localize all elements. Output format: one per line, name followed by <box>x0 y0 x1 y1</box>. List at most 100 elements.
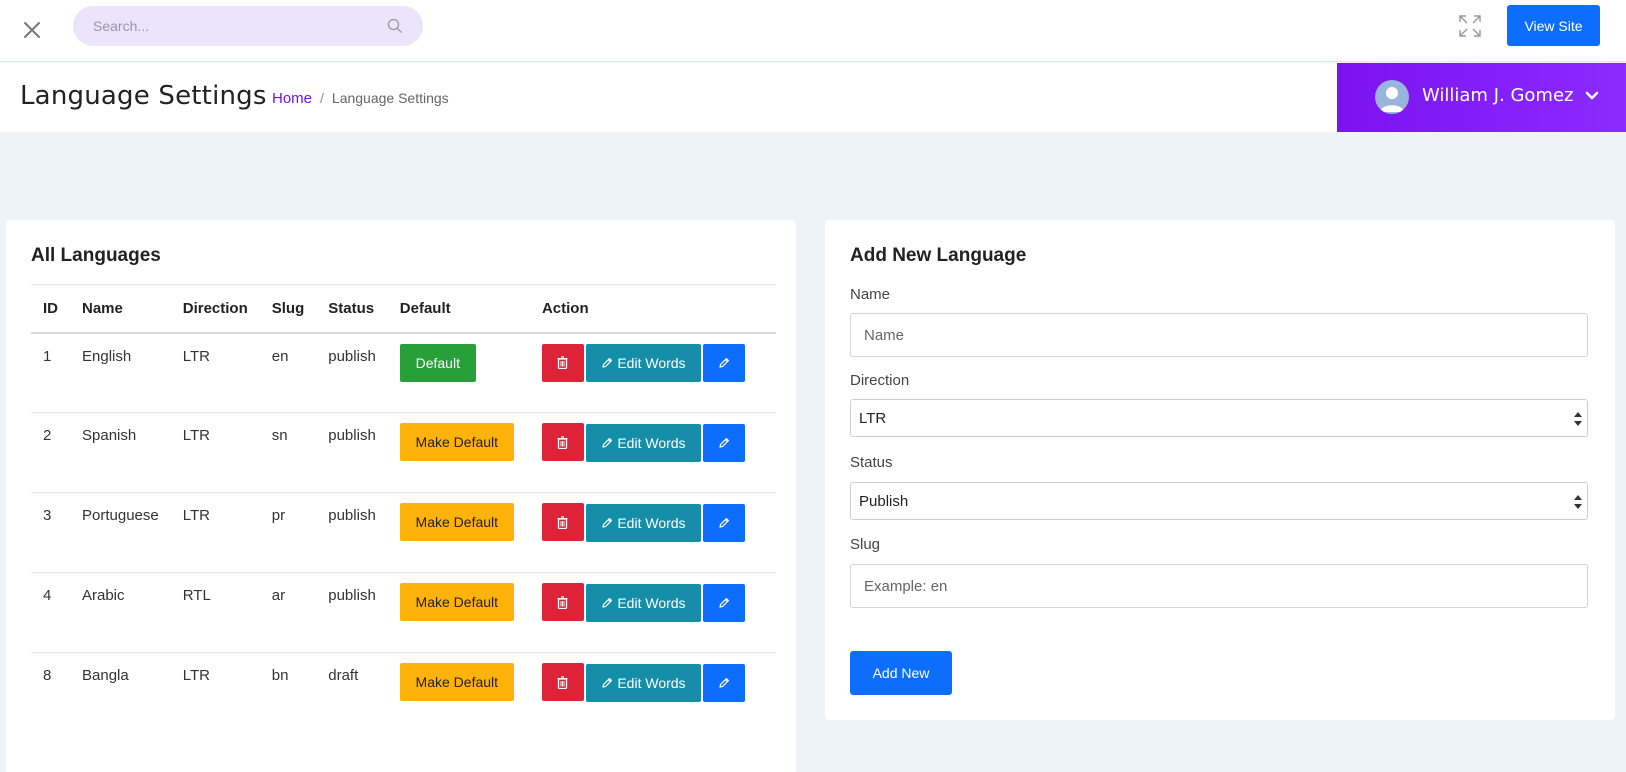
cell-slug: pr <box>259 492 317 573</box>
make-default-button[interactable]: Make Default <box>399 503 514 541</box>
close-sidebar-icon[interactable] <box>18 16 46 44</box>
cell-id: 8 <box>43 667 52 684</box>
top-bar: View Site <box>0 0 1626 62</box>
edit-words-label: Edit Words <box>617 674 686 691</box>
cell-name: Spanish <box>70 412 171 493</box>
pencil-icon <box>601 677 613 689</box>
column-header: ID <box>31 284 70 334</box>
avatar <box>1375 80 1409 114</box>
table-row: 4 Arabic RTL ar publish Make Default Edit Word… <box>31 572 776 653</box>
pencil-icon <box>718 517 730 529</box>
column-header: Status <box>316 284 388 334</box>
breadcrumb: Home / Language Settings <box>272 90 449 107</box>
search-icon[interactable] <box>387 18 403 34</box>
name-field[interactable] <box>850 313 1588 357</box>
slug-field[interactable] <box>850 564 1588 608</box>
status-label: Status <box>850 454 893 471</box>
breadcrumb-current: Language Settings <box>331 90 449 106</box>
table-row: 3 Portuguese LTR pr publish Make Default Edit … <box>31 492 776 573</box>
direction-select[interactable]: LTR <box>850 399 1588 437</box>
edit-language-button[interactable] <box>702 663 745 702</box>
status-selected-value: Publish <box>859 492 909 510</box>
cell-status: publish <box>316 492 388 573</box>
add-new-button[interactable]: Add New <box>850 651 952 695</box>
column-header: Action <box>529 284 776 334</box>
cell-id: 1 <box>31 332 70 413</box>
cell-slug: sn <box>259 412 317 493</box>
delete-button[interactable] <box>541 423 584 461</box>
languages-table-body: 1 English LTR en publish Default Edit Words 2 Sp… <box>31 332 776 733</box>
add-language-card: Add New Language Name Direction LTR Stat… <box>825 220 1615 720</box>
cell-default: Default <box>387 332 530 413</box>
edit-language-button[interactable] <box>702 344 745 382</box>
cell-name: English <box>70 332 171 413</box>
breadcrumb-home-link[interactable]: Home <box>272 90 312 107</box>
cell-id: 4 <box>31 572 70 653</box>
column-header: Direction <box>170 284 260 334</box>
edit-language-button[interactable] <box>702 583 745 622</box>
trash-icon <box>557 356 568 369</box>
direction-label: Direction <box>850 372 910 389</box>
delete-button[interactable] <box>541 503 584 541</box>
edit-words-button[interactable]: Edit Words <box>585 583 701 622</box>
table-row: 2 Spanish LTR sn publish Make Default Edit Wor… <box>31 412 776 493</box>
column-header: Slug <box>259 284 317 334</box>
table-row: 8 Bangla LTR bn draft Make Default Edit Words <box>31 653 776 733</box>
edit-language-button[interactable] <box>702 423 745 462</box>
view-site-button[interactable]: View Site <box>1507 5 1600 46</box>
make-default-button[interactable]: Make Default <box>399 423 514 461</box>
cell-direction: LTR <box>182 667 210 684</box>
edit-words-label: Edit Words <box>617 434 686 451</box>
edit-words-button[interactable]: Edit Words <box>585 503 701 542</box>
select-arrows-icon <box>1573 410 1583 428</box>
pencil-icon <box>601 357 613 369</box>
edit-words-label: Edit Words <box>617 594 686 611</box>
slug-label: Slug <box>850 536 881 553</box>
cell-default: Make Default <box>388 653 530 733</box>
cell-default: Make Default <box>387 492 530 573</box>
direction-selected-value: LTR <box>859 409 887 427</box>
cell-slug: bn <box>271 667 289 684</box>
edit-words-button[interactable]: Edit Words <box>585 663 701 702</box>
all-languages-card: All Languages ID Name Direction Slug Status D… <box>6 220 796 772</box>
edit-words-button[interactable]: Edit Words <box>585 423 701 462</box>
pencil-icon <box>718 597 730 609</box>
trash-icon <box>557 515 568 529</box>
default-button[interactable]: Default <box>399 343 476 382</box>
edit-words-label: Edit Words <box>617 514 686 531</box>
cell-direction: LTR <box>170 412 260 493</box>
trash-icon <box>557 435 568 449</box>
cell-id: 3 <box>31 492 70 573</box>
cell-status: publish <box>316 412 388 493</box>
pencil-icon <box>601 517 613 529</box>
cell-direction: LTR <box>170 332 260 413</box>
edit-words-button[interactable]: Edit Words <box>585 344 701 382</box>
pencil-icon <box>718 357 730 369</box>
cell-status: publish <box>316 332 388 413</box>
cell-status: publish <box>316 572 388 653</box>
fullscreen-icon[interactable] <box>1458 14 1482 38</box>
breadcrumb-separator: / <box>320 90 324 106</box>
cell-default: Make Default <box>387 572 530 653</box>
edit-words-label: Edit Words <box>617 355 686 371</box>
user-menu[interactable]: William J. Gomez <box>1337 63 1626 132</box>
delete-button[interactable] <box>541 583 584 621</box>
pencil-icon <box>718 677 730 689</box>
cell-actions: Edit Words <box>530 653 776 733</box>
add-language-title: Add New Language <box>850 245 1027 266</box>
cell-name: Bangla <box>82 667 129 684</box>
status-select[interactable]: Publish <box>850 482 1588 520</box>
delete-button[interactable] <box>541 343 584 382</box>
make-default-button[interactable]: Make Default <box>399 663 514 701</box>
make-default-button[interactable]: Make Default <box>399 583 514 621</box>
trash-icon <box>557 675 568 689</box>
search-input[interactable] <box>73 6 423 46</box>
column-header: Default <box>387 284 530 334</box>
delete-button[interactable] <box>541 663 584 701</box>
cell-status: draft <box>328 667 359 684</box>
cell-actions: Edit Words <box>529 412 776 493</box>
pencil-icon <box>601 597 613 609</box>
edit-language-button[interactable] <box>702 503 745 542</box>
cell-name: Portuguese <box>70 492 171 573</box>
column-header: Name <box>70 284 171 334</box>
